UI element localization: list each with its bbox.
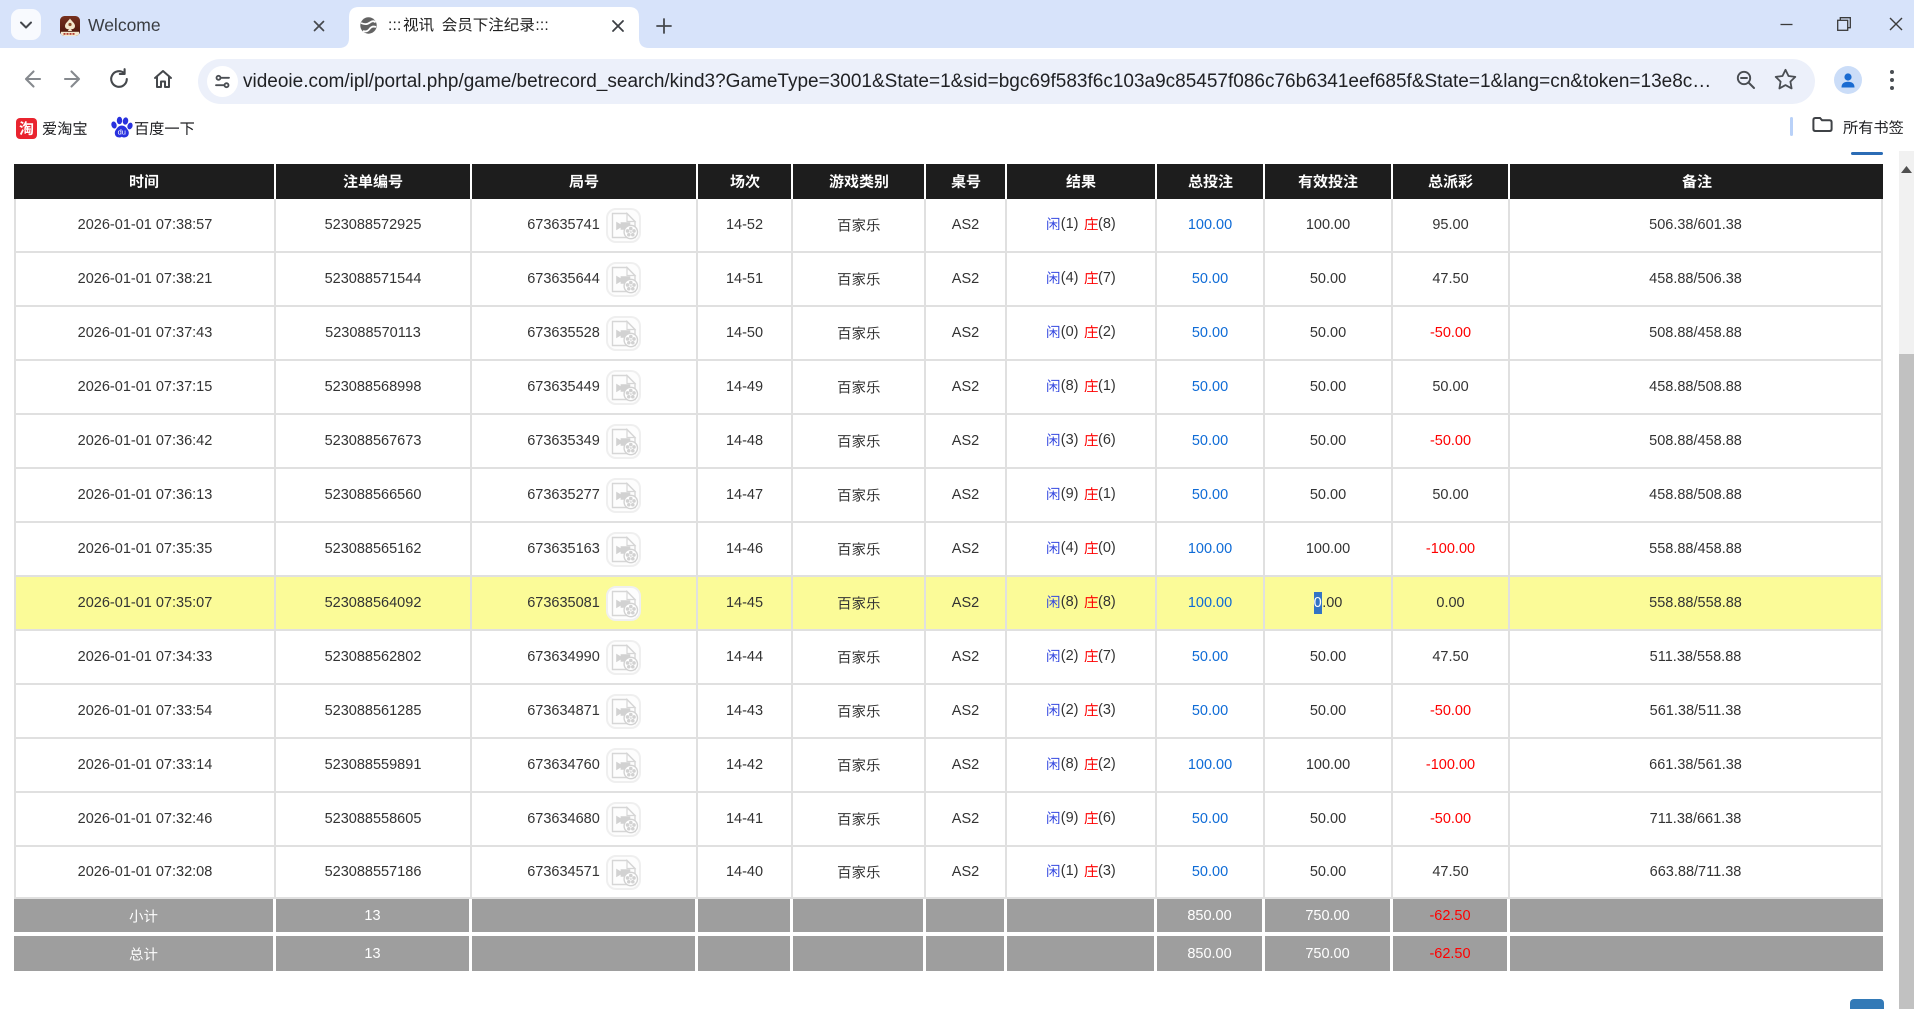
svg-text:du: du	[118, 128, 126, 137]
